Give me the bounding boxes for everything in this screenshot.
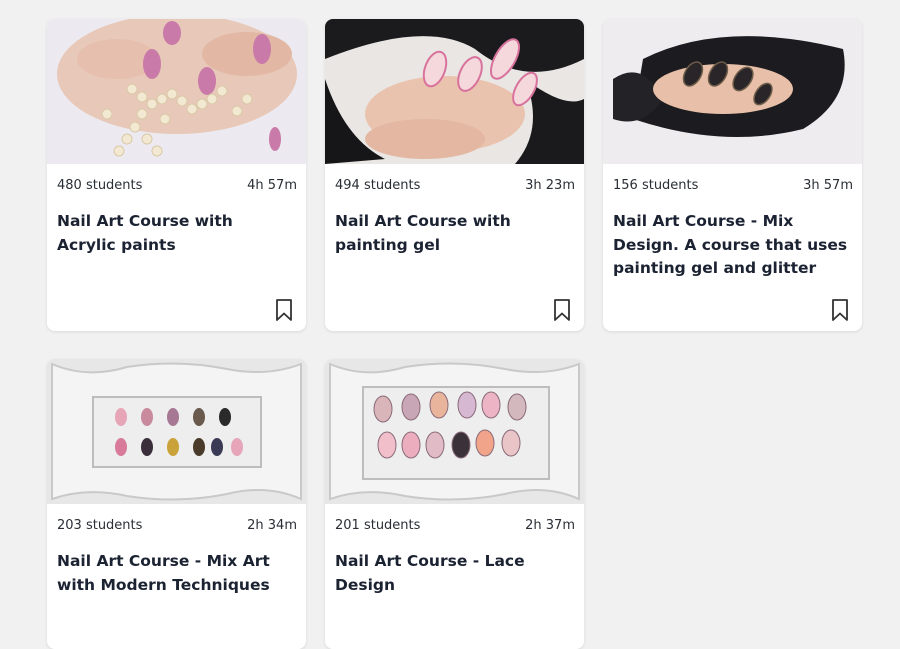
student-count: 156 students <box>613 178 699 193</box>
course-meta: 494 students 3h 23m <box>335 178 575 193</box>
student-count: 203 students <box>57 518 143 533</box>
bookmark-icon[interactable] <box>830 298 850 322</box>
course-card[interactable]: 494 students 3h 23m Nail Art Course with… <box>325 19 584 331</box>
student-count: 480 students <box>57 178 143 193</box>
bookmark-icon[interactable] <box>274 298 294 322</box>
course-title[interactable]: Nail Art Course - Mix Art with Modern Te… <box>57 550 296 597</box>
course-duration: 3h 23m <box>525 178 575 193</box>
course-grid: 480 students 4h 57m Nail Art Course with… <box>47 19 863 649</box>
course-meta: 480 students 4h 57m <box>57 178 297 193</box>
course-meta: 203 students 2h 34m <box>57 518 297 533</box>
course-title[interactable]: Nail Art Course - Lace Design <box>335 550 574 597</box>
course-card[interactable]: 480 students 4h 57m Nail Art Course with… <box>47 19 306 331</box>
course-duration: 2h 34m <box>247 518 297 533</box>
student-count: 494 students <box>335 178 421 193</box>
course-card[interactable]: 203 students 2h 34m Nail Art Course - Mi… <box>47 359 306 649</box>
course-thumbnail[interactable] <box>47 359 306 504</box>
course-title[interactable]: Nail Art Course with painting gel <box>335 210 574 257</box>
course-meta: 201 students 2h 37m <box>335 518 575 533</box>
course-thumbnail[interactable] <box>47 19 306 164</box>
course-thumbnail[interactable] <box>603 19 862 164</box>
course-card[interactable]: 201 students 2h 37m Nail Art Course - La… <box>325 359 584 649</box>
student-count: 201 students <box>335 518 421 533</box>
course-duration: 2h 37m <box>525 518 575 533</box>
course-thumbnail[interactable] <box>325 19 584 164</box>
course-title[interactable]: Nail Art Course - Mix Design. A course t… <box>613 210 852 281</box>
course-meta: 156 students 3h 57m <box>613 178 853 193</box>
course-duration: 4h 57m <box>247 178 297 193</box>
course-duration: 3h 57m <box>803 178 853 193</box>
bookmark-icon[interactable] <box>552 298 572 322</box>
course-thumbnail[interactable] <box>325 359 584 504</box>
course-title[interactable]: Nail Art Course with Acrylic paints <box>57 210 296 257</box>
course-card[interactable]: 156 students 3h 57m Nail Art Course - Mi… <box>603 19 862 331</box>
